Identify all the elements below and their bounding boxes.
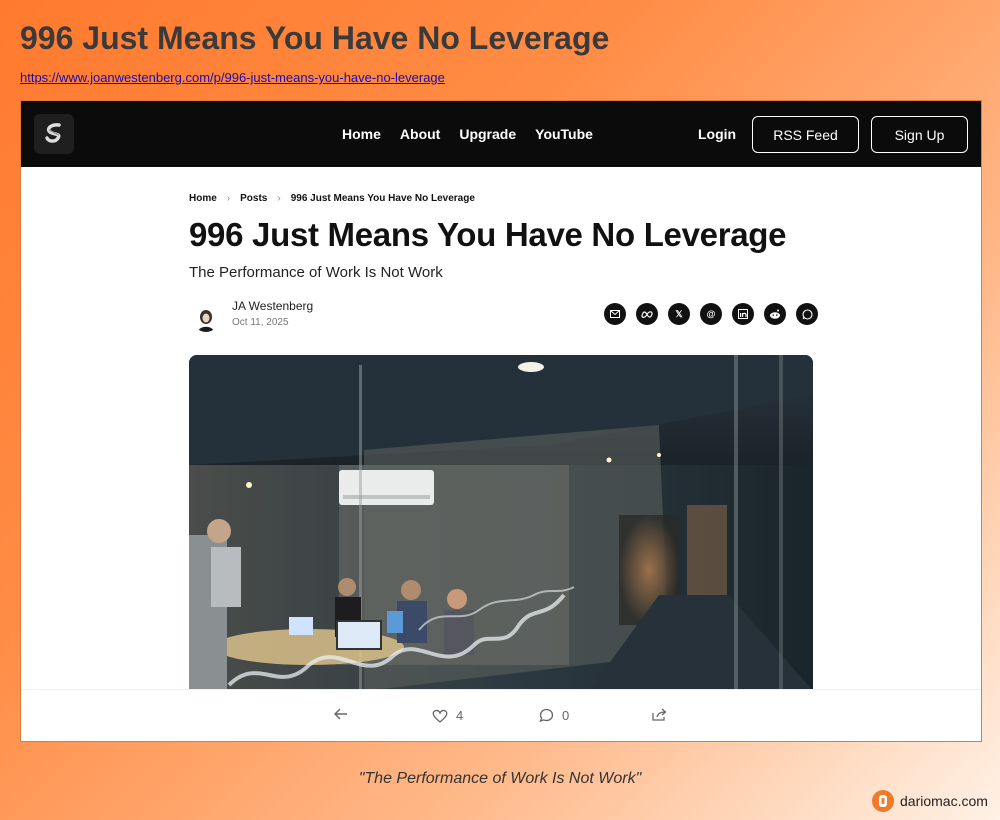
nav-links: Home About Upgrade YouTube bbox=[342, 101, 593, 167]
sign-up-button[interactable]: Sign Up bbox=[871, 116, 968, 153]
x-icon[interactable]: 𝕏 bbox=[668, 303, 690, 325]
share-icon bbox=[652, 708, 667, 721]
brand-name: dariomac.com bbox=[900, 793, 988, 809]
comment-count: 0 bbox=[562, 708, 570, 723]
login-link[interactable]: Login bbox=[698, 126, 736, 142]
like-button[interactable]: 4 bbox=[432, 708, 463, 723]
hero-image bbox=[189, 355, 813, 691]
article-subtitle: The Performance of Work Is Not Work bbox=[189, 264, 443, 281]
post-action-bar: 4 0 bbox=[21, 689, 981, 741]
author-name[interactable]: JA Westenberg bbox=[232, 299, 313, 313]
comment-button[interactable]: 0 bbox=[539, 708, 569, 723]
article-title: 996 Just Means You Have No Leverage bbox=[189, 216, 787, 253]
avatar[interactable] bbox=[193, 306, 219, 332]
share-buttons: 𝕏 @ bbox=[604, 303, 818, 325]
nav-about[interactable]: About bbox=[400, 126, 440, 142]
whatsapp-icon[interactable] bbox=[796, 303, 818, 325]
back-button[interactable] bbox=[334, 708, 348, 720]
threads-icon[interactable]: @ bbox=[700, 303, 722, 325]
breadcrumb-current: 996 Just Means You Have No Leverage bbox=[290, 193, 475, 204]
breadcrumb-posts[interactable]: Posts bbox=[240, 193, 267, 204]
comment-icon bbox=[539, 708, 554, 723]
breadcrumb: Home › Posts › 996 Just Means You Have N… bbox=[189, 193, 475, 204]
nav-upgrade[interactable]: Upgrade bbox=[459, 126, 516, 142]
brand-watermark[interactable]: dariomac.com bbox=[872, 790, 988, 812]
heart-icon bbox=[432, 709, 448, 723]
meta-icon[interactable] bbox=[636, 303, 658, 325]
site-navbar: Home About Upgrade YouTube Login RSS Fee… bbox=[21, 101, 981, 167]
quote-caption: "The Performance of Work Is Not Work" bbox=[358, 770, 642, 787]
chevron-right-icon: › bbox=[277, 193, 281, 204]
nav-youtube[interactable]: YouTube bbox=[535, 126, 593, 142]
browser-frame: Home About Upgrade YouTube Login RSS Fee… bbox=[20, 100, 982, 742]
site-logo[interactable] bbox=[34, 114, 74, 154]
share-button[interactable] bbox=[652, 708, 667, 721]
publish-date: Oct 11, 2025 bbox=[232, 317, 289, 328]
arrow-left-icon bbox=[334, 708, 347, 720]
logo-icon bbox=[45, 123, 61, 143]
breadcrumb-home[interactable]: Home bbox=[189, 193, 217, 204]
email-icon[interactable] bbox=[604, 303, 626, 325]
brand-logo-icon bbox=[872, 790, 894, 812]
linkedin-icon[interactable] bbox=[732, 303, 754, 325]
like-count: 4 bbox=[456, 708, 464, 723]
rss-feed-button[interactable]: RSS Feed bbox=[752, 116, 859, 153]
source-url-link[interactable]: https://www.joanwestenberg.com/p/996-jus… bbox=[20, 70, 445, 85]
nav-home[interactable]: Home bbox=[342, 126, 381, 142]
reddit-icon[interactable] bbox=[764, 303, 786, 325]
chevron-right-icon: › bbox=[226, 193, 231, 204]
page-title: 996 Just Means You Have No Leverage bbox=[20, 20, 610, 56]
